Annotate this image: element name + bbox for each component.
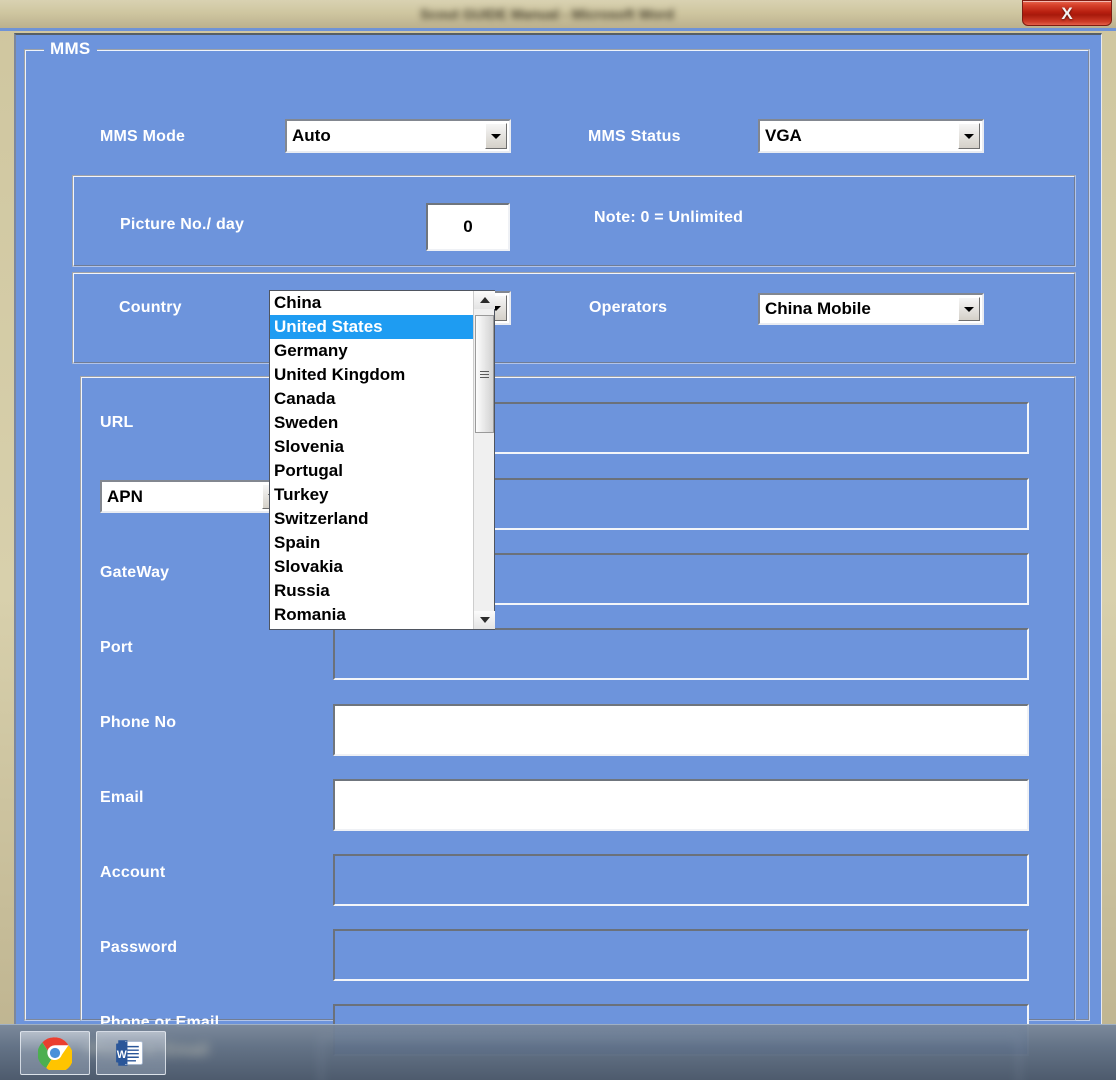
apn-combobox[interactable]: APN xyxy=(100,480,288,513)
country-option[interactable]: Romania xyxy=(270,603,473,627)
country-option[interactable]: Spain xyxy=(270,531,473,555)
chevron-down-icon xyxy=(491,133,501,139)
screen: Scout GUIDE Manual - Microsoft Word X MM… xyxy=(0,0,1116,1080)
country-option[interactable]: United States xyxy=(270,315,474,339)
port-label: Port xyxy=(100,639,133,656)
country-option[interactable]: Slovenia xyxy=(270,435,473,459)
country-option[interactable]: Sweden xyxy=(270,411,473,435)
taskbar-item-chrome[interactable] xyxy=(20,1031,90,1075)
close-button[interactable]: X xyxy=(1022,0,1112,26)
mms-status-dropdown-button[interactable] xyxy=(958,123,980,149)
background-window-titlebar: Scout GUIDE Manual - Microsoft Word xyxy=(0,0,1116,30)
picture-no-day-note: Note: 0 = Unlimited xyxy=(594,209,744,226)
connection-groupbox xyxy=(80,376,1076,1021)
window-accent-divider xyxy=(0,28,1116,31)
account-label: Account xyxy=(100,864,166,881)
mms-mode-label: MMS Mode xyxy=(100,128,186,145)
gateway-label: GateWay xyxy=(100,564,170,581)
phone-no-label: Phone No xyxy=(100,714,177,731)
operators-label: Operators xyxy=(589,299,668,316)
mms-dialog-body: MMS MMS Mode Auto MMS Status VGA Picture… xyxy=(16,35,1101,1056)
chevron-down-icon xyxy=(964,133,974,139)
password-label: Password xyxy=(100,939,178,956)
country-option[interactable]: Turkey xyxy=(270,483,473,507)
country-option[interactable]: Switzerland xyxy=(270,507,473,531)
mms-mode-combobox[interactable]: Auto xyxy=(285,119,511,153)
taskbar-ghost-box xyxy=(320,1035,1020,1080)
mms-mode-dropdown-button[interactable] xyxy=(485,123,507,149)
picture-no-day-label: Picture No./ day xyxy=(120,216,245,233)
country-option[interactable]: United Kingdom xyxy=(270,363,473,387)
operators-value: China Mobile xyxy=(765,299,871,318)
country-option[interactable]: Portugal xyxy=(270,459,473,483)
email-label: Email xyxy=(100,789,144,806)
svg-text:W: W xyxy=(117,1049,127,1061)
country-option-container[interactable]: China United States Germany United Kingdom C… xyxy=(270,291,474,629)
operators-combobox[interactable]: China Mobile xyxy=(758,293,984,325)
picture-no-day-value: 0 xyxy=(463,217,473,236)
taskbar-item-word[interactable]: W xyxy=(96,1031,166,1075)
country-option[interactable]: Germany xyxy=(270,339,473,363)
country-list-scrollbar[interactable] xyxy=(473,291,496,629)
scroll-down-button[interactable] xyxy=(474,611,496,629)
scroll-up-button[interactable] xyxy=(474,291,496,309)
mms-dialog: MMS MMS Mode Auto MMS Status VGA Picture… xyxy=(14,33,1102,1056)
mms-groupbox-legend: MMS xyxy=(44,39,97,59)
mms-status-combobox[interactable]: VGA xyxy=(758,119,984,153)
country-option[interactable]: Canada xyxy=(270,387,473,411)
apn-value: APN xyxy=(107,486,143,506)
url-label: URL xyxy=(100,414,134,431)
scrollbar-thumb[interactable] xyxy=(475,315,495,433)
mms-status-value: VGA xyxy=(765,126,802,145)
background-window-title: Scout GUIDE Manual - Microsoft Word xyxy=(420,6,675,22)
country-option[interactable]: Slovakia xyxy=(270,555,473,579)
mms-mode-value: Auto xyxy=(292,126,331,145)
account-input[interactable] xyxy=(333,854,1029,906)
scroll-up-arrow-icon xyxy=(479,297,490,303)
country-option[interactable]: Russia xyxy=(270,579,473,603)
scroll-down-arrow-icon xyxy=(479,617,490,623)
taskbar-blurred-backdrop: Phone or Email xyxy=(0,1025,1116,1080)
picture-no-day-input[interactable]: 0 xyxy=(426,203,510,251)
operators-dropdown-button[interactable] xyxy=(958,297,980,321)
chrome-icon xyxy=(38,1037,72,1070)
country-label: Country xyxy=(119,299,182,316)
close-icon: X xyxy=(1061,3,1073,23)
phone-no-input[interactable] xyxy=(333,704,1029,756)
country-option[interactable]: China xyxy=(270,291,473,315)
scrollbar-grip-icon xyxy=(480,370,490,378)
mms-status-label: MMS Status xyxy=(588,128,681,145)
word-icon: W xyxy=(116,1040,143,1066)
taskbar: Phone or Email W xyxy=(0,1024,1116,1080)
port-input[interactable] xyxy=(333,628,1029,680)
country-dropdown-list[interactable]: China United States Germany United Kingdom C… xyxy=(269,290,496,630)
password-input[interactable] xyxy=(333,929,1029,981)
email-input[interactable] xyxy=(333,779,1029,831)
chevron-down-icon xyxy=(964,306,974,312)
